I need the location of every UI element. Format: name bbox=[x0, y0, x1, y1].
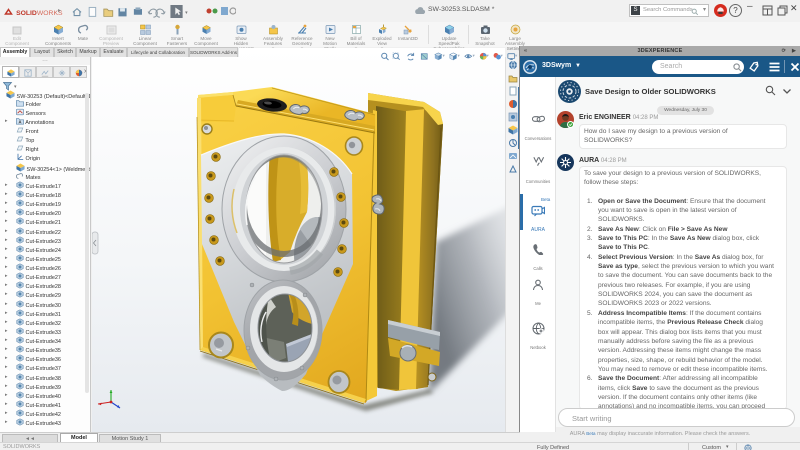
svg-text:▾: ▾ bbox=[185, 10, 188, 15]
